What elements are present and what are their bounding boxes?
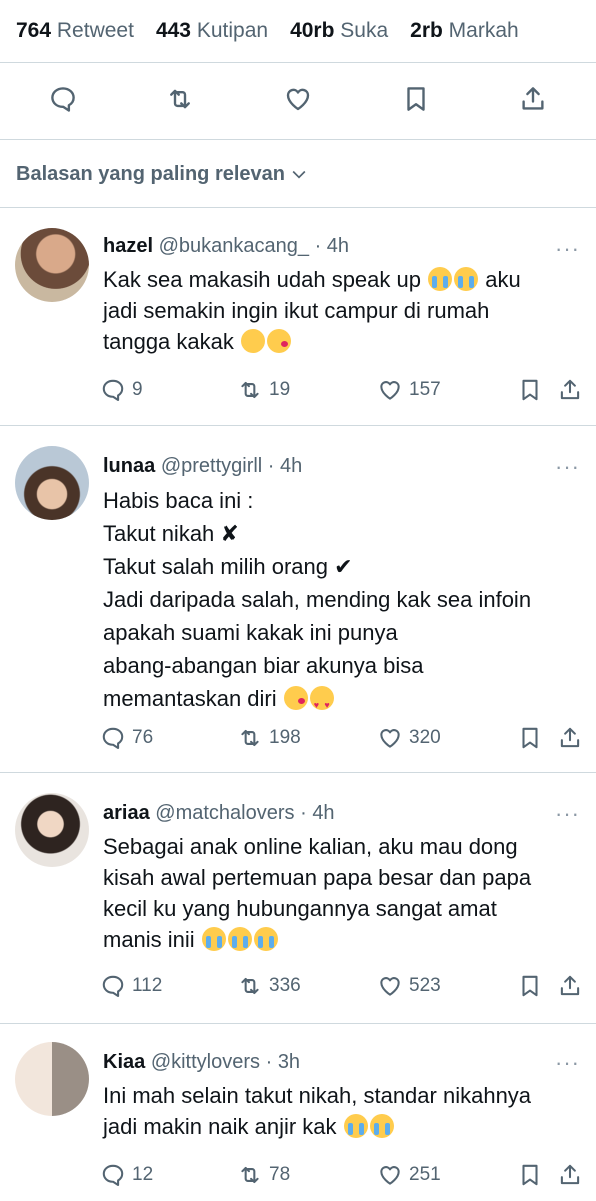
share-icon — [560, 975, 580, 996]
share-icon[interactable] — [518, 84, 548, 119]
retweet-icon[interactable] — [165, 84, 195, 119]
reply-action-bar: 12 78 251 — [100, 1160, 584, 1190]
avatar[interactable] — [15, 228, 89, 302]
reply-button[interactable]: 9 — [100, 377, 237, 403]
handle[interactable]: @matchalovers — [155, 802, 294, 824]
bookmark-icon — [522, 727, 538, 749]
loudly-crying-face-emoji — [343, 1114, 368, 1138]
bookmark-button[interactable] — [517, 973, 557, 999]
tweet-text: Sebagai anak online kalian, aku mau dong… — [103, 834, 532, 952]
timestamp[interactable]: 4h — [280, 455, 302, 477]
retweet-stat[interactable]: 764 Retweet — [16, 19, 134, 43]
like-icon — [380, 729, 400, 748]
tweet-actions — [0, 63, 596, 139]
reply-tweet[interactable]: ··· Kiaa @kittylovers · 3h Ini mah selai… — [0, 1023, 596, 1201]
kissing-face-emoji — [267, 329, 291, 353]
retweet-button[interactable]: 19 — [237, 377, 377, 403]
reply-button[interactable]: 12 — [100, 1162, 237, 1188]
loudly-crying-face-emoji — [201, 927, 226, 951]
reply-tweet[interactable]: ··· ariaa @matchalovers · 4h Sebagai ana… — [0, 772, 596, 1023]
bookmark-stat[interactable]: 2rb Markah — [410, 19, 519, 43]
reply-icon — [102, 1164, 124, 1186]
reply-icon — [102, 727, 124, 749]
tweet-text: Ini mah selain takut nikah, standar nika… — [103, 1083, 532, 1139]
like-button[interactable]: 320 — [377, 725, 517, 751]
handle[interactable]: @kittylovers — [151, 1051, 260, 1073]
display-name[interactable]: ariaa — [103, 802, 150, 824]
reply-icon[interactable] — [48, 84, 78, 119]
avatar[interactable] — [15, 793, 89, 867]
loudly-crying-face-emoji — [428, 267, 453, 291]
bookmark-icon — [522, 975, 538, 997]
retweet-icon — [241, 1166, 259, 1184]
reply-action-bar: 9 19 157 — [100, 375, 584, 405]
retweet-icon — [241, 381, 259, 399]
timestamp[interactable]: 3h — [278, 1051, 300, 1073]
share-button[interactable] — [557, 1162, 583, 1188]
timestamp[interactable]: 4h — [327, 235, 349, 257]
like-stat[interactable]: 40rb Suka — [290, 19, 388, 43]
reply-sort-label: Balasan yang paling relevan — [16, 162, 285, 185]
like-icon[interactable] — [283, 84, 313, 119]
share-icon — [560, 1164, 580, 1185]
retweet-icon — [241, 729, 259, 747]
reply-sort-selector[interactable]: Balasan yang paling relevan — [0, 140, 596, 208]
hugging-face-emoji — [241, 329, 265, 353]
tweet-text: Habis baca ini : Takut nikah ✘ Takut sal… — [103, 484, 582, 722]
share-icon — [560, 379, 580, 400]
retweet-icon — [241, 977, 259, 995]
loudly-crying-face-emoji — [253, 927, 278, 951]
retweet-button[interactable]: 78 — [237, 1162, 377, 1188]
timestamp[interactable]: 4h — [312, 802, 334, 824]
like-button[interactable]: 157 — [377, 377, 517, 403]
face-blowing-kiss-emoji — [283, 686, 308, 710]
tweet-text: Kak sea makasih udah speak up aku jadi s… — [103, 267, 521, 354]
share-icon — [560, 727, 580, 748]
like-button[interactable]: 523 — [377, 973, 517, 999]
quote-stat[interactable]: 443 Kutipan — [156, 19, 268, 43]
share-button[interactable] — [557, 725, 583, 751]
share-button[interactable] — [557, 973, 583, 999]
display-name[interactable]: Kiaa — [103, 1051, 145, 1073]
like-button[interactable]: 251 — [377, 1162, 517, 1188]
reply-button[interactable]: 76 — [100, 725, 237, 751]
tweet-stats: 764 Retweet 443 Kutipan 40rb Suka 2rb Ma… — [0, 0, 596, 62]
retweet-button[interactable]: 198 — [237, 725, 377, 751]
handle[interactable]: @bukankacang_ — [159, 235, 309, 257]
reply-action-bar: 112 336 523 — [100, 971, 584, 1001]
avatar[interactable] — [15, 446, 89, 520]
reply-tweet[interactable]: ··· lunaa @prettygirll · 4h Habis baca i… — [0, 425, 596, 772]
loudly-crying-face-emoji — [369, 1114, 394, 1138]
loudly-crying-face-emoji — [227, 927, 252, 951]
reply-tweet[interactable]: ··· hazel @bukankacang_ · 4h Kak sea mak… — [0, 207, 596, 425]
bookmark-button[interactable] — [517, 377, 557, 403]
display-name[interactable]: hazel — [103, 235, 153, 257]
reply-icon — [102, 975, 124, 997]
bookmark-button[interactable] — [517, 725, 557, 751]
bookmark-icon[interactable] — [401, 84, 431, 119]
reply-button[interactable]: 112 — [100, 973, 237, 999]
retweet-button[interactable]: 336 — [237, 973, 377, 999]
share-button[interactable] — [557, 377, 583, 403]
reply-icon — [102, 379, 124, 401]
heart-eyes-emoji — [309, 686, 334, 722]
like-icon — [380, 381, 400, 400]
chevron-down-icon — [292, 170, 306, 179]
reply-action-bar: 76 198 320 — [100, 723, 584, 753]
bookmark-button[interactable] — [517, 1162, 557, 1188]
handle[interactable]: @prettygirll — [161, 455, 262, 477]
like-icon — [380, 977, 400, 996]
display-name[interactable]: lunaa — [103, 455, 155, 477]
avatar[interactable] — [15, 1042, 89, 1116]
bookmark-icon — [522, 1164, 538, 1186]
loudly-crying-face-emoji — [454, 267, 479, 291]
bookmark-icon — [522, 379, 538, 401]
like-icon — [380, 1166, 400, 1185]
